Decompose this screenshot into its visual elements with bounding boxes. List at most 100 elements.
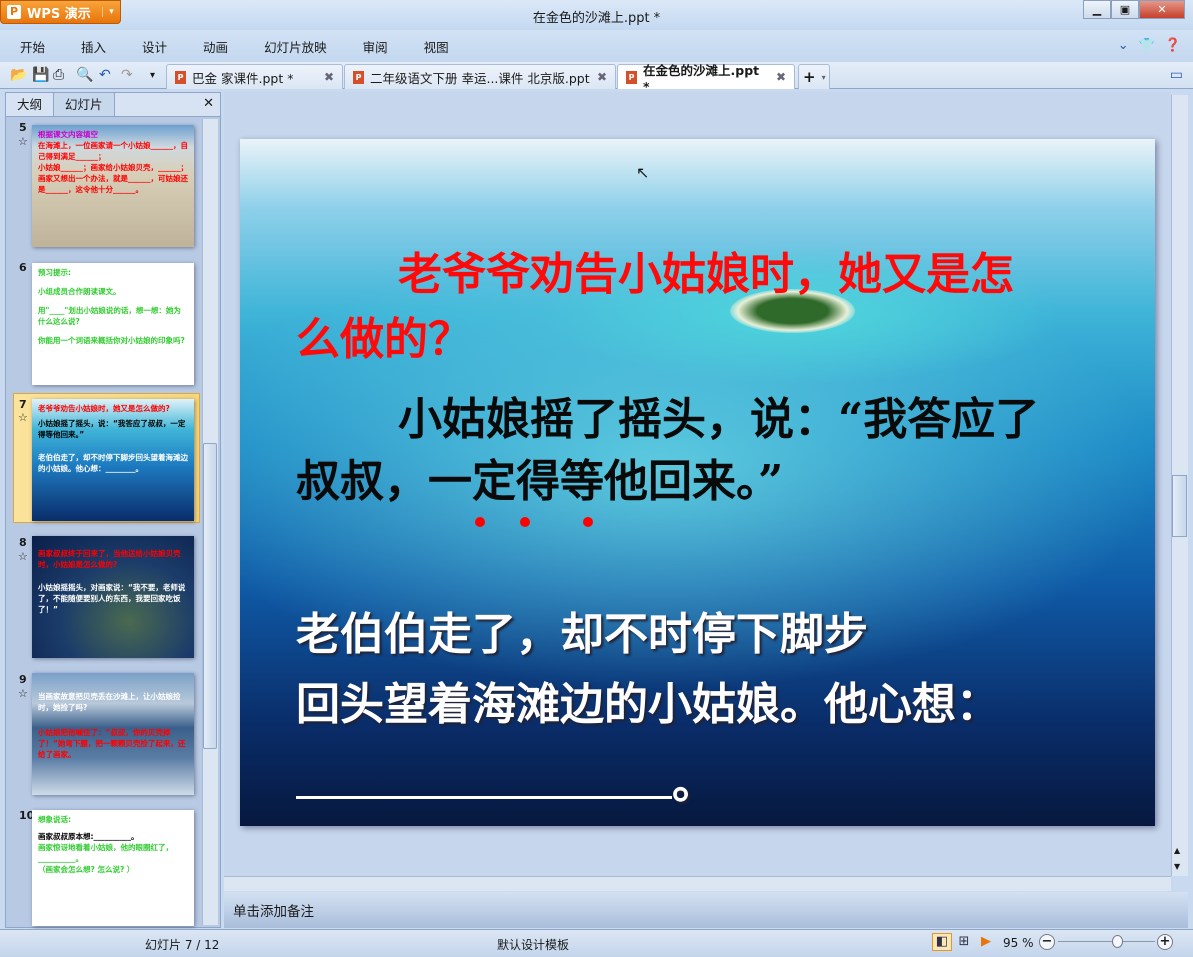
doc-tab-1[interactable]: P 巴金 家课件.ppt * ✖ [166, 64, 343, 89]
question-line-1: 老爷爷劝告小姑娘时，她又是怎 [398, 249, 1014, 300]
menu-animation[interactable]: 动画 [203, 37, 228, 56]
close-button[interactable]: ✕ [1139, 0, 1185, 19]
slide-number: 7 [19, 398, 27, 411]
animation-star-icon: ☆ [18, 687, 28, 700]
thumb-text: 小姑娘摇了摇头，说：“我答应了叔叔，一定得等他回来。” [38, 419, 186, 439]
thumb-text: 老伯伯走了，却不时停下脚步回头望着海滩边的小姑娘。他心想：________。 [38, 453, 188, 473]
zoom-slider-knob[interactable] [1112, 935, 1124, 948]
current-slide[interactable]: 老爷爷劝告小姑娘时，她又是怎 么做的？ 小姑娘摇了摇头，说：“我答应了 叔叔，一… [240, 139, 1155, 826]
menu-review[interactable]: 审阅 [363, 37, 388, 56]
next-slide-icon[interactable]: ▼ [1174, 862, 1180, 871]
slide-number: 6 [19, 261, 27, 274]
slide-thumbnail-5[interactable]: 根据课文内容填空 在海滩上，一位画家请一个小姑娘______，自己得到满足___… [32, 125, 194, 247]
close-tab-icon[interactable]: ✖ [324, 70, 334, 84]
question-line-2: 么做的？ [296, 314, 472, 365]
animation-star-icon: ☆ [18, 135, 28, 148]
close-tab-icon[interactable]: ✖ [597, 70, 607, 84]
slides-panel: 大纲 幻灯片 ✕ 5 ☆ 根据课文内容填空 在海滩上，一位画家请一个小姑娘___… [5, 92, 221, 928]
narration-line-2: 回头望着海滩边的小姑娘。他心想： [296, 679, 1000, 730]
menu-view[interactable]: 视图 [424, 37, 449, 56]
menu-design[interactable]: 设计 [142, 37, 167, 56]
skin-shirt-icon[interactable]: 👕 [1139, 38, 1155, 53]
slide-thumbnail-8[interactable]: 画家叔叔终于回来了，当他送给小姑娘贝壳时，小姑娘是怎么做的? 小姑娘摇摇头，对画… [32, 536, 194, 658]
thumb-text: 小姑娘摇摇头，对画家说：“我不要，老师说了，不能随便要别人的东西，我要回家吃饭了… [38, 583, 186, 614]
horizontal-scrollbar[interactable] [224, 876, 1171, 891]
menu-insert[interactable]: 插入 [81, 37, 106, 56]
vertical-scroll-thumb[interactable] [1172, 475, 1187, 537]
thumb-text: 小姑娘______；画家给小姑娘贝壳，______；画家又想出一个办法，就是__… [38, 163, 188, 194]
help-icon[interactable]: ❓ [1165, 38, 1181, 53]
answer-line-2: 叔叔，一定得等他回来。” [296, 456, 784, 507]
maximize-button[interactable]: ▣ [1111, 0, 1139, 19]
slide-sorter-icon[interactable]: ⊞ [954, 933, 974, 951]
zoom-out-icon[interactable]: − [1039, 934, 1055, 950]
slide-counter: 幻灯片 7 / 12 [145, 938, 220, 952]
normal-view-icon[interactable]: ◧ [932, 933, 952, 951]
doc-tab-2[interactable]: P 二年级语文下册 幸运...课件 北京版.ppt ✖ [344, 64, 616, 89]
prev-slide-icon[interactable]: ▲ [1174, 846, 1180, 855]
blank-end-period: 。 [672, 758, 716, 809]
collapse-ribbon-icon[interactable]: ⌄ [1118, 38, 1129, 53]
doc-tab-3[interactable]: P 在金色的沙滩上.ppt * ✖ [617, 63, 795, 94]
design-template: 默认设计模板 [497, 938, 570, 952]
undo-icon[interactable]: ↶ [99, 67, 111, 83]
zoom-in-icon[interactable]: + [1157, 934, 1173, 950]
thumb-text: 小姑娘把他喊住了：“叔叔，你的贝壳掉了！”她弯下腰，把一颗颗贝壳捡了起来，还给了… [38, 728, 186, 759]
narration-line-1: 老伯伯走了，却不时停下脚步 [296, 609, 868, 660]
animation-star-icon: ☆ [18, 411, 28, 424]
tab-label: 在金色的沙滩上.ppt * [643, 63, 760, 94]
redo-icon[interactable]: ↷ [121, 67, 133, 83]
emphasis-dot [475, 517, 485, 527]
emphasis-dot [583, 517, 593, 527]
thumb-text: 根据课文内容填空 [38, 130, 98, 139]
mouse-cursor-icon: ↖ [636, 163, 650, 182]
thumb-text: 小组成员合作朗读课文。 [38, 287, 121, 296]
window-controls: ▁ ▣ ✕ [1083, 0, 1185, 19]
new-tab-button[interactable]: + ▾ [798, 64, 830, 89]
thumb-text: 老爷爷劝告小姑娘时，她又是怎么做的? [38, 404, 170, 413]
zoom-slider-track[interactable] [1058, 941, 1155, 942]
status-bar: 幻灯片 7 / 12 默认设计模板 ◧ ⊞ ▶ 95 % − + [0, 929, 1193, 957]
thumb-text: 预习提示: [38, 268, 71, 277]
tab-outline[interactable]: 大纲 [6, 93, 53, 116]
menu-home[interactable]: 开始 [20, 37, 45, 56]
ppt-file-icon: P [175, 70, 186, 84]
ppt-file-icon: P [626, 70, 637, 84]
tab-slides[interactable]: 幻灯片 [53, 93, 115, 116]
thumb-text: 画家叔叔终于回来了，当他送给小姑娘贝壳时，小姑娘是怎么做的? [38, 549, 181, 569]
close-tab-icon[interactable]: ✖ [776, 70, 786, 84]
animation-star-icon: ☆ [18, 550, 28, 563]
thumb-text: 当画家故意把贝壳丢在沙滩上，让小姑娘捡时，她捡了吗? [38, 692, 181, 712]
slideshow-icon[interactable]: ▶ [976, 933, 996, 951]
slide-thumbnail-6[interactable]: 预习提示: 小组成员合作朗读课文。 用"____"划出小姑娘说的话，想一想：她为… [32, 263, 194, 385]
close-panel-icon[interactable]: ✕ [203, 96, 214, 111]
zoom-level: 95 % [1003, 936, 1034, 950]
save-icon[interactable]: 💾 [32, 67, 49, 83]
thumb-text: 想象说话: [38, 815, 71, 824]
thumb-text: （画家会怎么想? 怎么说? ） [38, 865, 135, 874]
thumb-text: 画家惊讶地看着小姑娘，他的眼圈红了，__________。 [38, 843, 173, 863]
quick-access-dropdown-icon[interactable]: ▾ [150, 70, 155, 81]
slide-number: 8 [19, 536, 27, 549]
thumb-text: 你能用一个词语来概括你对小姑娘的印象吗? [38, 336, 185, 345]
window-title: 在金色的沙滩上.ppt * [532, 11, 661, 26]
tab-label: 巴金 家课件.ppt * [192, 70, 294, 86]
emphasis-dot [520, 517, 530, 527]
document-tab-bar: 📂 💾 ⎙ 🔍 ↶ ↷ ▾ P 巴金 家课件.ppt * ✖ P 二年级语文下册 幸运… [0, 62, 1193, 94]
slides-panel-scroll-thumb[interactable] [203, 443, 217, 749]
tab-list-icon[interactable]: ▭ [1170, 67, 1183, 83]
slide-thumbnail-10[interactable]: 想象说话: 画家叔叔原本想:__________。 画家惊讶地看着小姑娘，他的眼… [32, 810, 194, 926]
answer-line-1: 小姑娘摇了摇头，说：“我答应了 [398, 394, 1040, 445]
ppt-file-icon: P [353, 70, 364, 84]
print-preview-icon[interactable]: 🔍 [76, 67, 93, 83]
notes-area[interactable]: 单击添加备注 [224, 892, 1188, 928]
slide-thumbnail-9[interactable]: 当画家故意把贝壳丢在沙滩上，让小姑娘捡时，她捡了吗? 小姑娘把他喊住了：“叔叔，… [32, 673, 194, 795]
print-icon[interactable]: ⎙ [53, 67, 64, 83]
thumb-text: 用"____"划出小姑娘说的话，想一想：她为什么这么说? [38, 306, 181, 326]
slide-thumbnail-7[interactable]: 老爷爷劝告小姑娘时，她又是怎么做的? 小姑娘摇了摇头，说：“我答应了叔叔，一定得… [32, 399, 194, 521]
menu-slideshow[interactable]: 幻灯片放映 [264, 37, 327, 56]
minimize-button[interactable]: ▁ [1083, 0, 1111, 19]
open-folder-icon[interactable]: 📂 [10, 67, 27, 83]
menu-bar: 开始 插入 设计 动画 幻灯片放映 审阅 视图 [0, 30, 1193, 62]
slide-number: 5 [19, 121, 27, 134]
